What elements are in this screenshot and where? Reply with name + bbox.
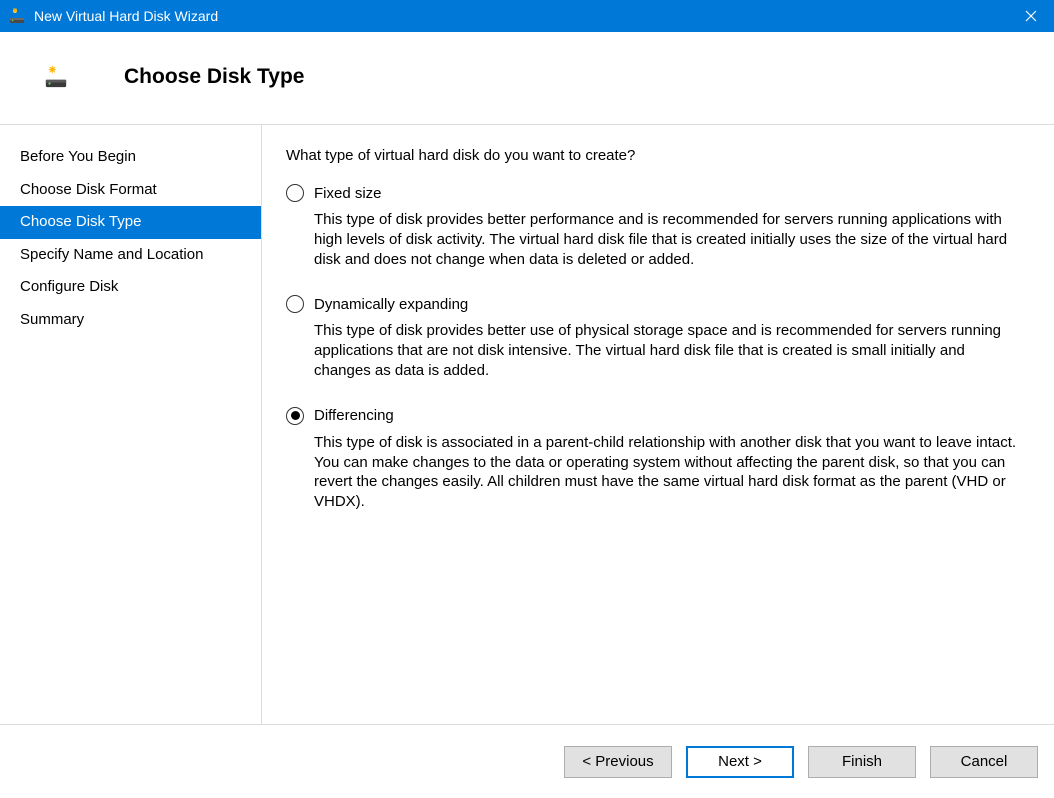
wizard-step[interactable]: Choose Disk Type bbox=[0, 206, 261, 239]
cancel-button[interactable]: Cancel bbox=[930, 746, 1038, 778]
next-button[interactable]: Next > bbox=[686, 746, 794, 778]
wizard-step[interactable]: Choose Disk Format bbox=[0, 174, 261, 207]
option-description: This type of disk provides better perfor… bbox=[314, 210, 1024, 269]
wizard-footer: < Previous Next > Finish Cancel bbox=[0, 724, 1054, 798]
radio-row[interactable]: Dynamically expanding bbox=[286, 295, 1024, 313]
radio-row[interactable]: Differencing bbox=[286, 407, 1024, 425]
finish-button[interactable]: Finish bbox=[808, 746, 916, 778]
wizard-step[interactable]: Summary bbox=[0, 304, 261, 337]
wizard-steps-sidebar: Before You BeginChoose Disk FormatChoose… bbox=[0, 125, 262, 724]
radio-button[interactable] bbox=[286, 184, 304, 202]
previous-button[interactable]: < Previous bbox=[564, 746, 672, 778]
wizard-main-panel: What type of virtual hard disk do you wa… bbox=[262, 125, 1054, 724]
disk-type-option: Fixed size This type of disk provides bet… bbox=[286, 184, 1024, 269]
close-button[interactable] bbox=[1008, 0, 1054, 32]
page-title: Choose Disk Type bbox=[124, 65, 305, 89]
option-description: This type of disk is associated in a par… bbox=[314, 433, 1024, 512]
radio-row[interactable]: Fixed size bbox=[286, 184, 1024, 202]
radio-label: Dynamically expanding bbox=[314, 296, 468, 313]
wizard-icon bbox=[8, 7, 26, 25]
wizard-step[interactable]: Before You Begin bbox=[0, 141, 261, 174]
radio-label: Differencing bbox=[314, 407, 394, 424]
close-icon bbox=[1025, 10, 1037, 22]
disk-wizard-icon bbox=[44, 64, 68, 90]
content-area: Before You BeginChoose Disk FormatChoose… bbox=[0, 124, 1054, 724]
wizard-step[interactable]: Specify Name and Location bbox=[0, 239, 261, 272]
question-text: What type of virtual hard disk do you wa… bbox=[286, 147, 1024, 164]
option-description: This type of disk provides better use of… bbox=[314, 321, 1024, 380]
window-title: New Virtual Hard Disk Wizard bbox=[34, 8, 1008, 24]
radio-button[interactable] bbox=[286, 295, 304, 313]
radio-label: Fixed size bbox=[314, 185, 382, 202]
wizard-step[interactable]: Configure Disk bbox=[0, 271, 261, 304]
disk-type-option: Dynamically expanding This type of disk p… bbox=[286, 295, 1024, 380]
titlebar: New Virtual Hard Disk Wizard bbox=[0, 0, 1054, 32]
wizard-header: Choose Disk Type bbox=[0, 32, 1054, 124]
disk-type-option: Differencing This type of disk is associa… bbox=[286, 407, 1024, 512]
radio-button[interactable] bbox=[286, 407, 304, 425]
